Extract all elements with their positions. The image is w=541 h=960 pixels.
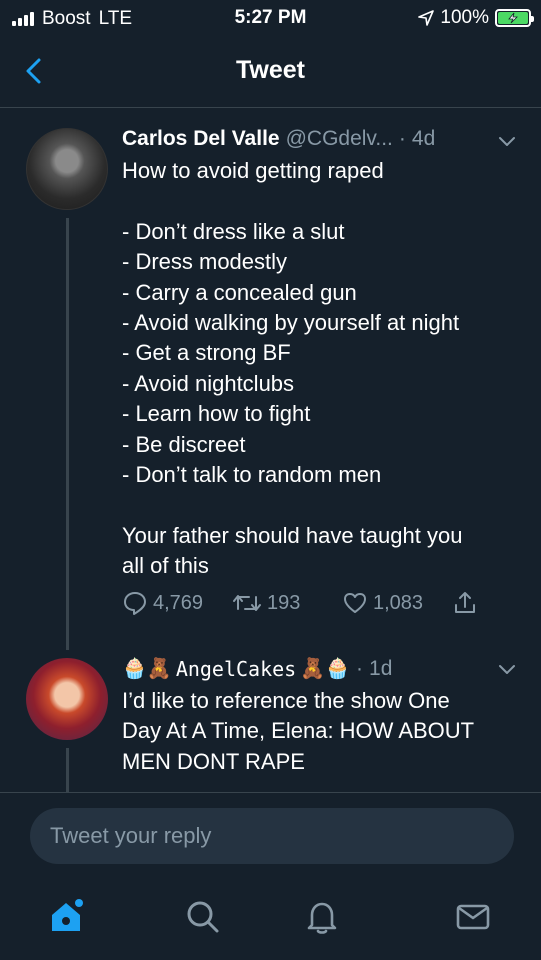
reply-author-name: AngelCakes (175, 656, 297, 681)
location-arrow-icon (418, 10, 435, 26)
text-line: - Dress modestly (122, 249, 288, 275)
chevron-down-icon[interactable] (497, 663, 517, 677)
text-line: - Avoid nightclubs (122, 370, 295, 396)
author-handle[interactable]: @CGdelv... (286, 127, 393, 151)
text-line: - Be discreet (122, 431, 246, 457)
battery-icon (495, 9, 534, 27)
share-button[interactable] (452, 590, 478, 616)
tweet-time: 4d (411, 127, 436, 150)
text-line: Your father should have taught you (122, 522, 463, 548)
battery-percent: 100% (440, 7, 489, 28)
text-line: I’d like to reference the show One (122, 688, 450, 713)
text-line: - Don’t dress like a slut (122, 218, 345, 244)
reply-author[interactable]: 🧁🧸 AngelCakes 🧸🧁 (122, 656, 350, 681)
header: Tweet (0, 38, 541, 108)
text-line: - Learn how to fight (122, 401, 311, 427)
tweet-header: Carlos Del Valle @CGdelv... · 4d (122, 127, 435, 151)
text-line: - Get a strong BF (122, 340, 291, 366)
messages-icon[interactable] (453, 897, 493, 937)
reply-button[interactable]: 4,769 (122, 590, 203, 616)
emoji-decoration: 🧁🧸 (122, 658, 172, 680)
heart-icon (344, 593, 366, 613)
retweet-count: 193 (267, 591, 301, 614)
author-name[interactable]: Carlos Del Valle (122, 127, 280, 151)
reply-count: 4,769 (153, 591, 204, 614)
reply-header: 🧁🧸 AngelCakes 🧸🧁 · 1d (122, 656, 392, 681)
chevron-down-icon[interactable] (497, 135, 517, 149)
battery-fill (498, 12, 528, 24)
text-line: - Carry a concealed gun (122, 279, 357, 305)
avatar[interactable] (26, 128, 108, 210)
page-title: Tweet (236, 56, 305, 84)
emoji-decoration: 🧸🧁 (300, 658, 351, 680)
text-line: - Don’t talk to random men (122, 462, 382, 488)
text-line: all of this (122, 553, 209, 579)
like-count: 1,083 (373, 591, 424, 614)
text-line: MEN DONT RAPE (122, 748, 305, 774)
text-line: - Avoid walking by yourself at night (122, 310, 460, 336)
share-icon (455, 592, 475, 613)
reply-composer (0, 793, 541, 877)
status-right: 100% (418, 7, 534, 29)
reply-time: 1d (369, 656, 393, 680)
tweet-text: How to avoid getting raped - Don’t dress … (122, 156, 522, 582)
home-icon[interactable] (46, 897, 86, 937)
thread-line (66, 218, 69, 650)
retweet-icon (233, 595, 261, 611)
tweet-actions: 4,769 193 1,083 (122, 590, 482, 624)
text-line: How to avoid getting raped (122, 158, 384, 183)
reply-icon (124, 592, 146, 615)
separator-dot: · (398, 127, 406, 150)
separator-dot: · (356, 656, 364, 680)
reply-input[interactable] (30, 808, 514, 864)
avatar[interactable] (26, 658, 108, 740)
thread-line (66, 748, 69, 792)
status-bar: Boost LTE 5:27 PM 100% (0, 0, 541, 38)
tab-bar (0, 877, 541, 960)
search-icon[interactable] (183, 897, 223, 937)
notifications-icon[interactable] (302, 897, 342, 937)
like-button[interactable]: 1,083 (342, 590, 423, 616)
text-line: Day At A Time, Elena: HOW ABOUT (122, 718, 475, 744)
reply-text: I’d like to reference the show One Day At… (122, 686, 522, 777)
retweet-button[interactable]: 193 (232, 590, 300, 616)
